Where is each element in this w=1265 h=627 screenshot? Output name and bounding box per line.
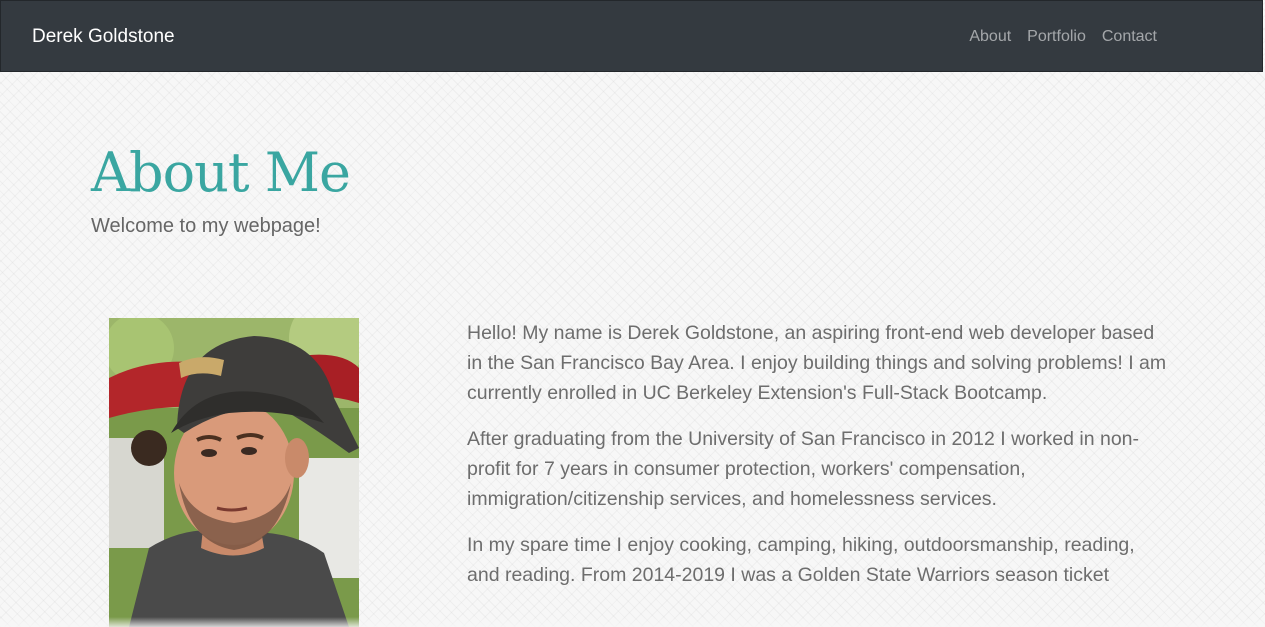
bio-section: Hello! My name is Derek Goldstone, an as… bbox=[467, 318, 1167, 606]
bio-paragraph: Hello! My name is Derek Goldstone, an as… bbox=[467, 322, 1167, 404]
nav-link-about[interactable]: About bbox=[969, 27, 1011, 47]
nav-links: About Portfolio Contact bbox=[969, 27, 1157, 47]
navbar: Derek Goldstone About Portfolio Contact bbox=[0, 0, 1263, 72]
bio-paragraph: After graduating from the University of … bbox=[467, 428, 1139, 510]
profile-photo bbox=[109, 318, 359, 627]
page-subtitle: Welcome to my webpage! bbox=[91, 215, 321, 237]
hero: About Me Welcome to my webpage! bbox=[91, 140, 351, 238]
nav-link-portfolio[interactable]: Portfolio bbox=[1027, 27, 1086, 47]
bio-paragraph: In my spare time I enjoy cooking, campin… bbox=[467, 534, 1135, 586]
brand-link[interactable]: Derek Goldstone bbox=[32, 25, 175, 49]
nav-link-contact[interactable]: Contact bbox=[1102, 27, 1157, 47]
page-title: About Me bbox=[91, 141, 351, 204]
